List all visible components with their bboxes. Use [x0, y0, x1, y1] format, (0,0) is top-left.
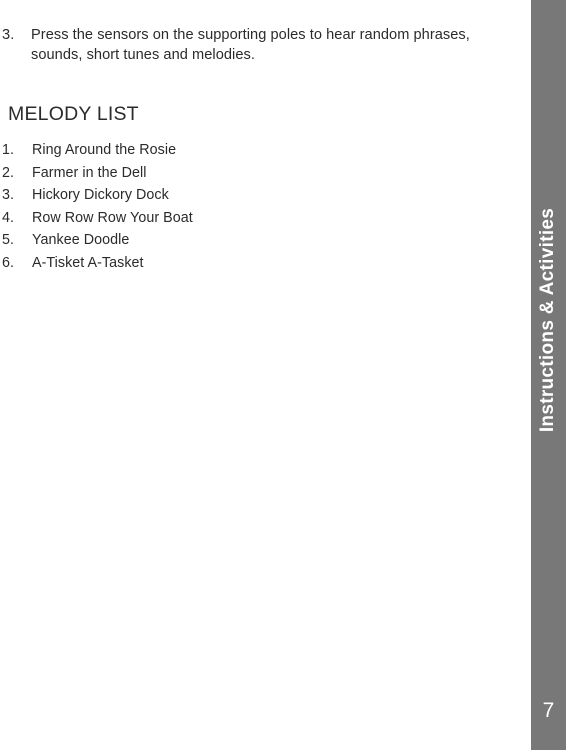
melody-item-label: A-Tisket A-Tasket — [32, 254, 144, 271]
list-item: 1. Ring Around the Rosie — [2, 139, 402, 162]
melody-item-label: Hickory Dickory Dock — [32, 187, 169, 203]
list-item: 4. Row Row Row Your Boat — [2, 207, 402, 230]
page-title: MELODY LIST — [8, 103, 139, 125]
list-item: 2. Farmer in the Dell — [2, 162, 402, 185]
side-tab-label-container: Instructions & Activities — [531, 0, 566, 640]
melody-item-label: Farmer in the Dell — [32, 164, 147, 181]
document-page: 3. Press the sensors on the supporting p… — [0, 0, 566, 750]
instruction-text: Press the sensors on the supporting pole… — [31, 27, 470, 63]
melody-item-number: 6. — [2, 254, 14, 271]
melody-list: 1. Ring Around the Rosie 2. Farmer in th… — [2, 139, 402, 274]
page-content: 3. Press the sensors on the supporting p… — [0, 0, 531, 750]
melody-item-number: 4. — [2, 209, 14, 226]
melody-item-number: 1. — [2, 142, 14, 158]
melody-item-number: 2. — [2, 164, 14, 181]
melody-item-number: 3. — [2, 187, 14, 203]
side-tab-label: Instructions & Activities — [537, 207, 559, 433]
list-item: 3. Hickory Dickory Dock — [2, 184, 402, 207]
melody-item-label: Row Row Row Your Boat — [32, 209, 193, 226]
list-item: 5. Yankee Doodle — [2, 229, 402, 252]
page-number: 7 — [542, 699, 555, 722]
instruction-number: 3. — [2, 27, 15, 43]
instruction-item-3: 3. Press the sensors on the supporting p… — [2, 25, 514, 65]
melody-item-label: Yankee Doodle — [32, 232, 130, 248]
list-item: 6. A-Tisket A-Tasket — [2, 252, 402, 275]
melody-item-label: Ring Around the Rosie — [32, 142, 177, 158]
section-side-tab: Instructions & Activities 7 — [531, 0, 566, 750]
melody-item-number: 5. — [2, 232, 14, 248]
